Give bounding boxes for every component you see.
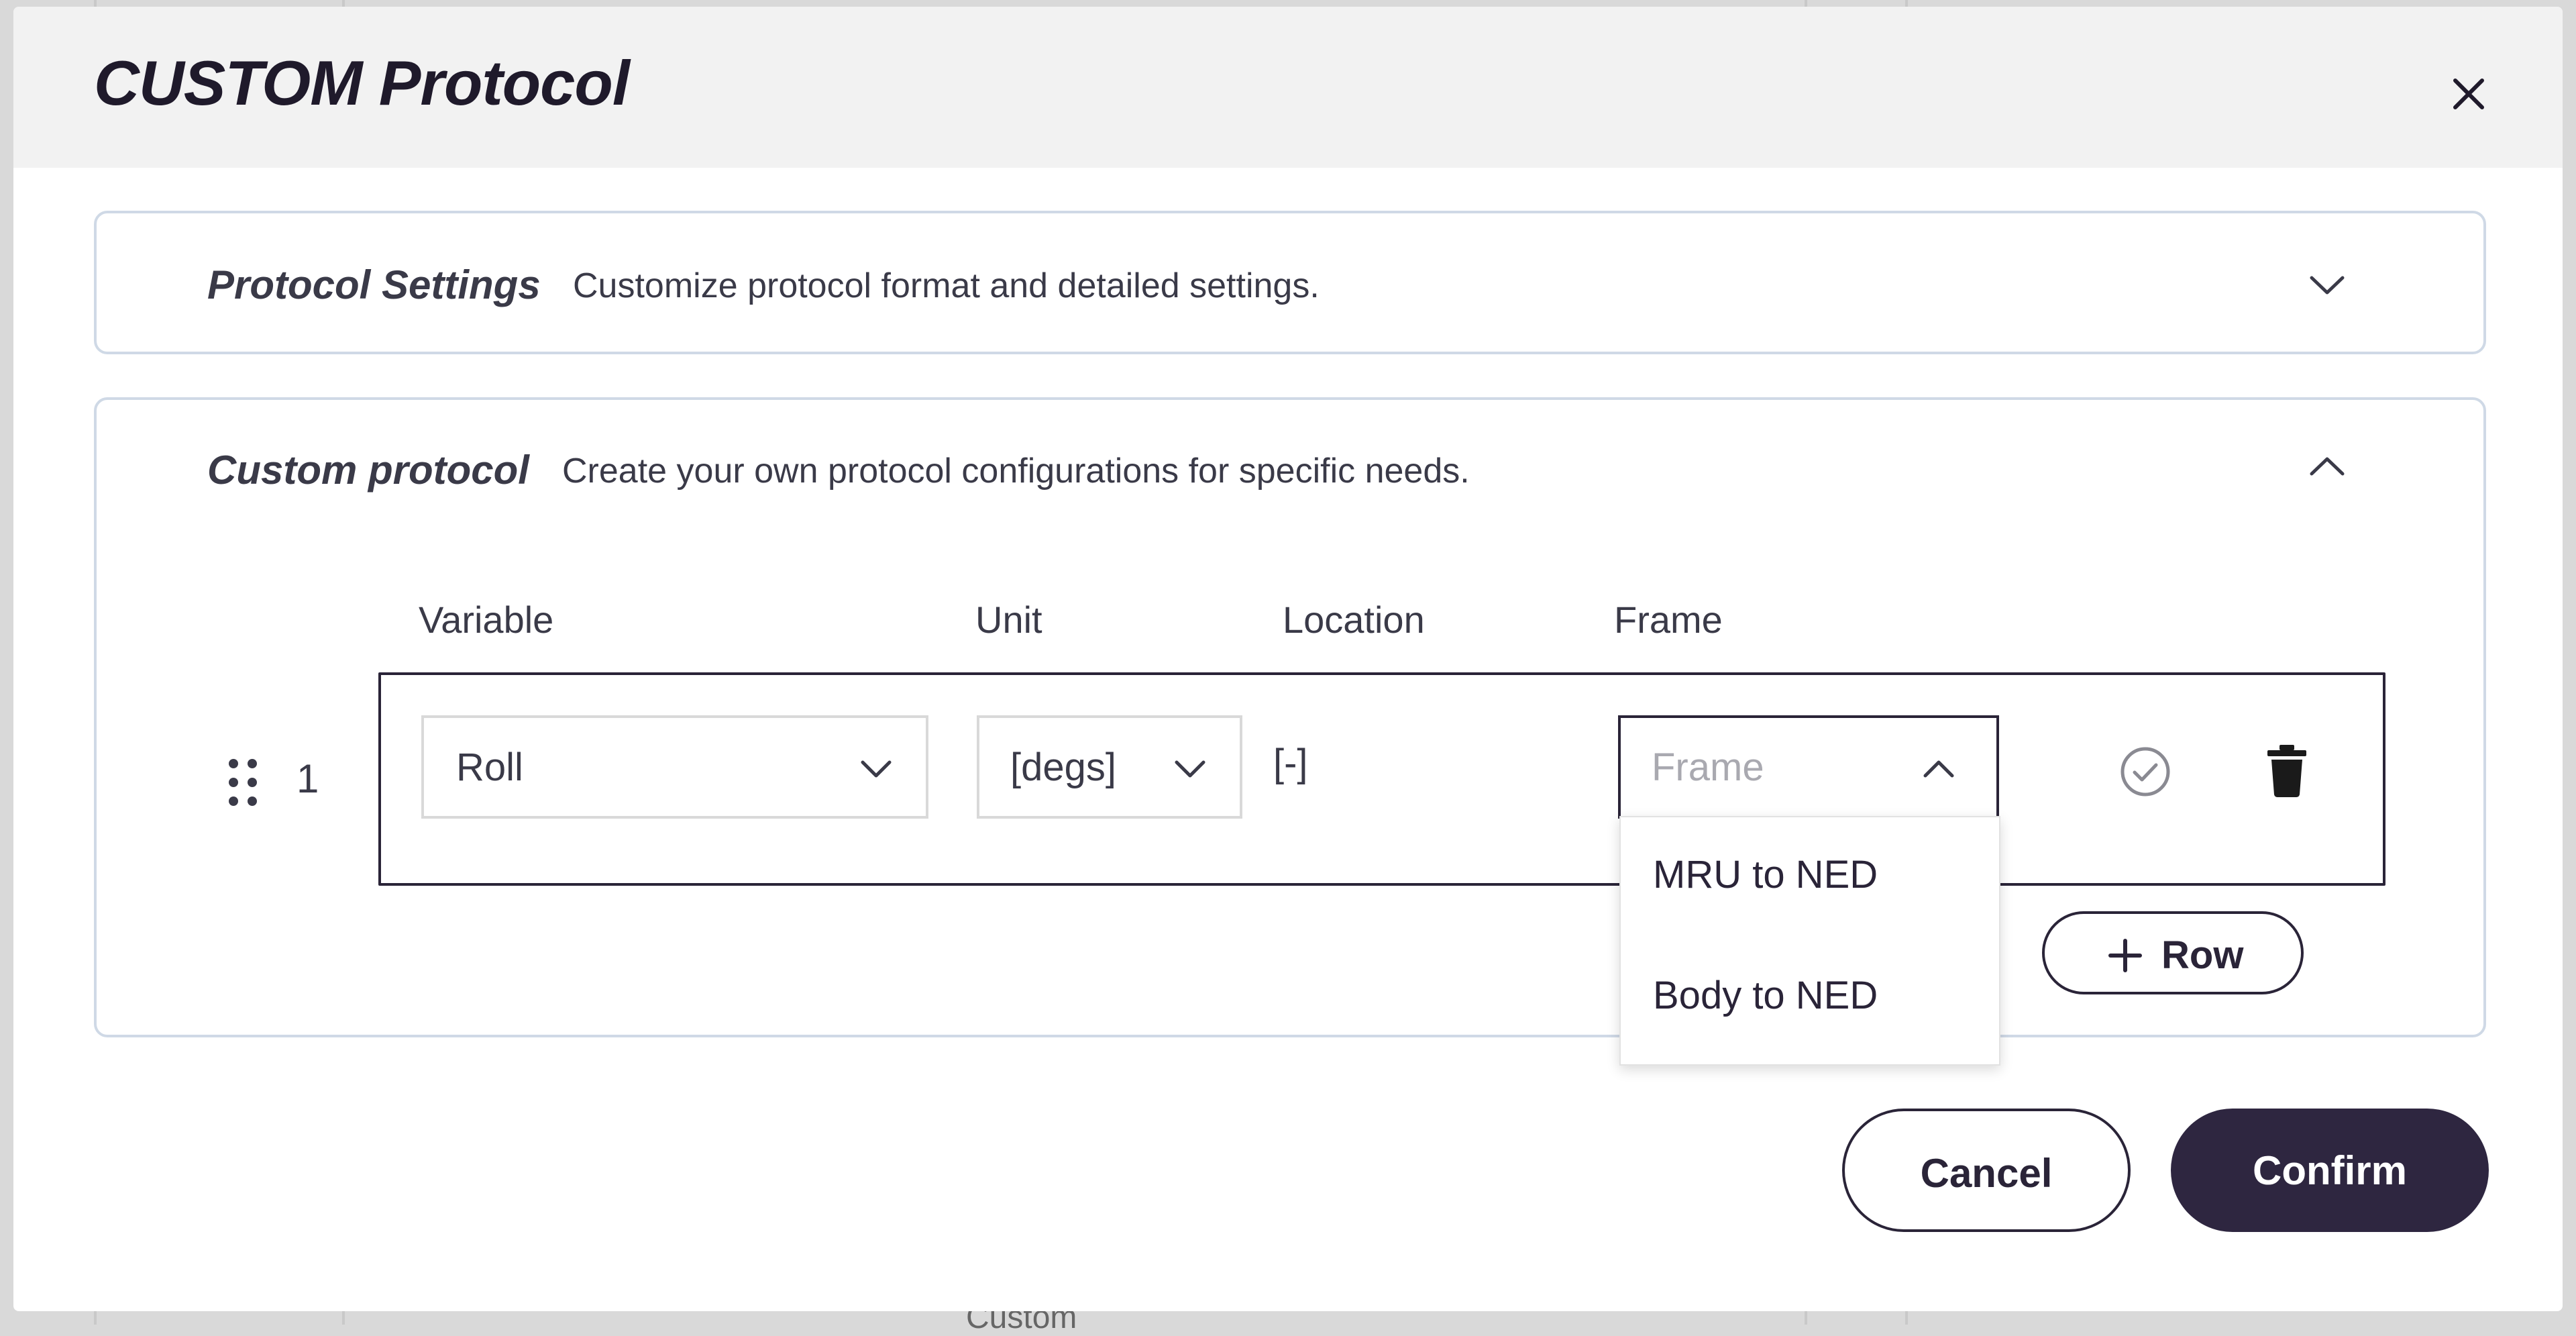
chevron-down-icon[interactable]: [2304, 262, 2351, 309]
column-header-variable: Variable: [419, 599, 554, 641]
close-icon[interactable]: [2442, 67, 2496, 121]
frame-select[interactable]: Frame: [1618, 715, 1999, 819]
variable-select[interactable]: Roll: [421, 715, 928, 819]
column-header-frame: Frame: [1614, 599, 1723, 641]
add-row-label: Row: [2161, 933, 2244, 977]
custom-protocol-title: Custom protocol: [207, 448, 529, 493]
add-row-button[interactable]: Row: [2042, 911, 2304, 994]
cancel-button[interactable]: Cancel: [1842, 1109, 2131, 1232]
variable-select-value: Roll: [456, 746, 523, 789]
protocol-settings-description: Customize protocol format and detailed s…: [573, 266, 1320, 305]
frame-option-body-to-ned[interactable]: Body to NED: [1653, 973, 1878, 1018]
drag-handle-icon[interactable]: [224, 756, 262, 809]
custom-protocol-description: Create your own protocol configurations …: [562, 452, 1470, 491]
unit-select-value: [degs]: [1010, 746, 1116, 789]
frame-select-placeholder: Frame: [1652, 746, 1764, 789]
column-header-unit: Unit: [975, 599, 1042, 641]
modal-title: CUSTOM Protocol: [94, 48, 630, 118]
chevron-down-icon: [856, 749, 896, 789]
frame-option-mru-to-ned[interactable]: MRU to NED: [1653, 852, 1878, 897]
cancel-button-label: Cancel: [1920, 1151, 2053, 1196]
custom-protocol-modal: CUSTOM Protocol Protocol Settings Custom…: [13, 7, 2563, 1311]
check-circle-icon[interactable]: [2117, 743, 2174, 800]
location-value: [-]: [1273, 741, 1308, 785]
trash-icon[interactable]: [2263, 742, 2310, 799]
unit-select[interactable]: [degs]: [977, 715, 1242, 819]
confirm-button[interactable]: Confirm: [2171, 1109, 2489, 1232]
confirm-button-label: Confirm: [2253, 1148, 2407, 1193]
frame-dropdown-menu: MRU to NED Body to NED: [1619, 816, 2000, 1066]
protocol-settings-panel[interactable]: Protocol Settings Customize protocol for…: [94, 211, 2486, 354]
chevron-up-icon: [1919, 749, 1959, 789]
row-number: 1: [297, 756, 319, 801]
custom-protocol-panel: Custom protocol Create your own protocol…: [94, 397, 2486, 1066]
chevron-down-icon: [1170, 749, 1210, 789]
plus-icon: [2106, 937, 2144, 974]
column-header-location: Location: [1283, 599, 1425, 641]
modal-header: CUSTOM Protocol: [13, 7, 2563, 168]
chevron-up-icon[interactable]: [2304, 443, 2351, 490]
protocol-settings-title: Protocol Settings: [207, 262, 541, 307]
